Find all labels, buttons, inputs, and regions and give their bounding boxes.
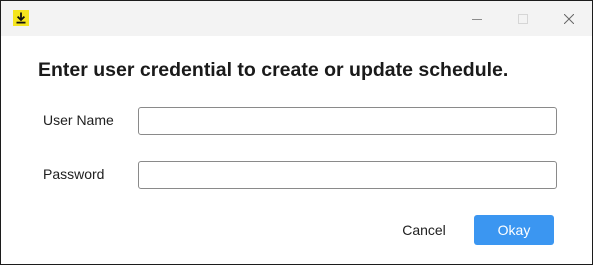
close-button[interactable] (546, 1, 592, 36)
maximize-icon (518, 13, 528, 24)
dialog-window: Enter user credential to create or updat… (0, 0, 593, 265)
maximize-button[interactable] (500, 1, 546, 36)
title-bar[interactable] (1, 1, 592, 36)
cancel-button[interactable]: Cancel (386, 215, 462, 245)
minimize-button[interactable] (454, 1, 500, 36)
close-icon (564, 13, 574, 24)
dialog-heading: Enter user credential to create or updat… (38, 59, 509, 81)
okay-button[interactable]: Okay (474, 215, 554, 245)
download-arrow-icon (13, 10, 29, 26)
minimize-icon (472, 14, 482, 24)
username-input[interactable] (138, 107, 557, 135)
password-input[interactable] (138, 161, 557, 189)
username-label: User Name (43, 112, 114, 128)
password-label: Password (43, 166, 105, 182)
